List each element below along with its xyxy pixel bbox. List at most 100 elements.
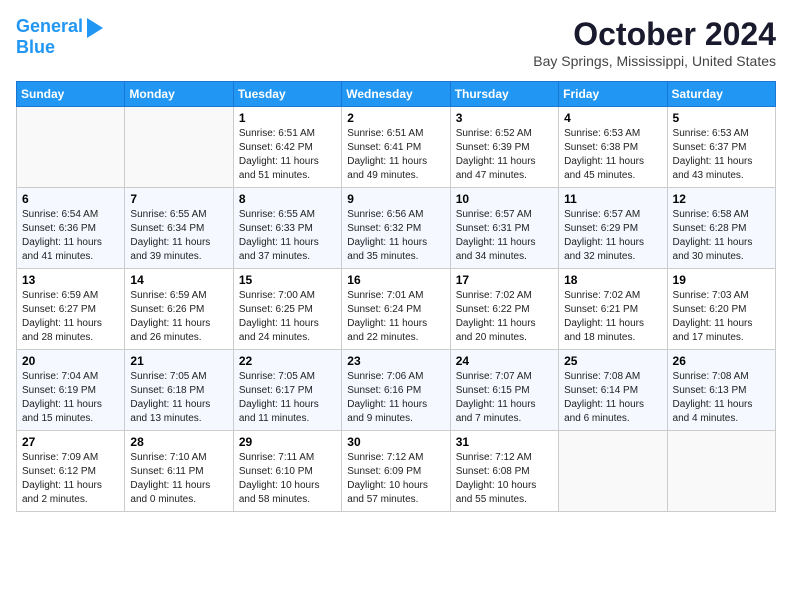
- day-info: Sunrise: 6:59 AM Sunset: 6:27 PM Dayligh…: [22, 289, 119, 345]
- day-info: Sunrise: 6:51 AM Sunset: 6:41 PM Dayligh…: [347, 127, 444, 183]
- calendar-cell: 12Sunrise: 6:58 AM Sunset: 6:28 PM Dayli…: [667, 188, 775, 269]
- day-info: Sunrise: 7:12 AM Sunset: 6:08 PM Dayligh…: [456, 451, 553, 507]
- day-info: Sunrise: 7:01 AM Sunset: 6:24 PM Dayligh…: [347, 289, 444, 345]
- day-number: 14: [130, 273, 227, 287]
- day-number: 1: [239, 111, 336, 125]
- calendar-week-row: 13 Sunrise: 6:59 AM Sunset: 6:27 PM Dayli…: [17, 269, 776, 350]
- day-number: 4: [564, 111, 661, 125]
- calendar-week-row: 6 Sunrise: 6:54 AM Sunset: 6:36 PM Daylig…: [17, 188, 776, 269]
- day-info: Sunrise: 6:57 AM Sunset: 6:29 PM Dayligh…: [564, 208, 661, 264]
- calendar-cell: 11 Sunrise: 6:57 AM Sunset: 6:29 PM Dayli…: [559, 188, 667, 269]
- calendar-cell: 29 Sunrise: 7:11 AM Sunset: 6:10 PM Dayli…: [233, 431, 341, 512]
- calendar-cell: 3 Sunrise: 6:52 AM Sunset: 6:39 PM Daylig…: [450, 107, 558, 188]
- day-number: 9: [347, 192, 444, 206]
- day-info: Sunrise: 7:09 AM Sunset: 6:12 PM Dayligh…: [22, 451, 119, 507]
- day-info: Sunrise: 6:54 AM Sunset: 6:36 PM Dayligh…: [22, 208, 119, 264]
- month-title: October 2024: [533, 16, 776, 53]
- logo-text-line2: Blue: [16, 38, 55, 58]
- day-number: 31: [456, 435, 553, 449]
- weekday-header-sunday: Sunday: [17, 82, 125, 107]
- day-info: Sunrise: 6:58 AM Sunset: 6:28 PM Dayligh…: [673, 208, 770, 264]
- calendar-cell: 2 Sunrise: 6:51 AM Sunset: 6:41 PM Daylig…: [342, 107, 450, 188]
- weekday-header-saturday: Saturday: [667, 82, 775, 107]
- day-info: Sunrise: 6:55 AM Sunset: 6:33 PM Dayligh…: [239, 208, 336, 264]
- calendar-week-row: 20Sunrise: 7:04 AM Sunset: 6:19 PM Dayli…: [17, 350, 776, 431]
- day-info: Sunrise: 7:00 AM Sunset: 6:25 PM Dayligh…: [239, 289, 336, 345]
- day-info: Sunrise: 7:02 AM Sunset: 6:22 PM Dayligh…: [456, 289, 553, 345]
- calendar-cell: 31 Sunrise: 7:12 AM Sunset: 6:08 PM Dayli…: [450, 431, 558, 512]
- page-header: General Blue October 2024 Bay Springs, M…: [16, 16, 776, 69]
- logo-arrow-icon: [87, 18, 103, 38]
- calendar-cell: 16 Sunrise: 7:01 AM Sunset: 6:24 PM Dayli…: [342, 269, 450, 350]
- calendar-cell: 30Sunrise: 7:12 AM Sunset: 6:09 PM Dayli…: [342, 431, 450, 512]
- calendar-cell: 10 Sunrise: 6:57 AM Sunset: 6:31 PM Dayli…: [450, 188, 558, 269]
- day-number: 3: [456, 111, 553, 125]
- day-number: 19: [673, 273, 770, 287]
- day-number: 10: [456, 192, 553, 206]
- day-number: 22: [239, 354, 336, 368]
- calendar-cell: 19 Sunrise: 7:03 AM Sunset: 6:20 PM Dayli…: [667, 269, 775, 350]
- day-number: 21: [130, 354, 227, 368]
- calendar-cell: [125, 107, 233, 188]
- day-info: Sunrise: 7:12 AM Sunset: 6:09 PM Dayligh…: [347, 451, 444, 507]
- calendar-cell: 25 Sunrise: 7:08 AM Sunset: 6:14 PM Dayli…: [559, 350, 667, 431]
- calendar-cell: 27Sunrise: 7:09 AM Sunset: 6:12 PM Dayli…: [17, 431, 125, 512]
- day-info: Sunrise: 7:08 AM Sunset: 6:14 PM Dayligh…: [564, 370, 661, 426]
- day-number: 25: [564, 354, 661, 368]
- calendar-cell: 13 Sunrise: 6:59 AM Sunset: 6:27 PM Dayli…: [17, 269, 125, 350]
- calendar-cell: 5Sunrise: 6:53 AM Sunset: 6:37 PM Daylig…: [667, 107, 775, 188]
- title-block: October 2024 Bay Springs, Mississippi, U…: [533, 16, 776, 69]
- weekday-header-thursday: Thursday: [450, 82, 558, 107]
- day-info: Sunrise: 7:05 AM Sunset: 6:18 PM Dayligh…: [130, 370, 227, 426]
- day-info: Sunrise: 7:08 AM Sunset: 6:13 PM Dayligh…: [673, 370, 770, 426]
- calendar-week-row: 27Sunrise: 7:09 AM Sunset: 6:12 PM Dayli…: [17, 431, 776, 512]
- day-number: 17: [456, 273, 553, 287]
- calendar-cell: 9 Sunrise: 6:56 AM Sunset: 6:32 PM Daylig…: [342, 188, 450, 269]
- weekday-header-tuesday: Tuesday: [233, 82, 341, 107]
- day-info: Sunrise: 7:10 AM Sunset: 6:11 PM Dayligh…: [130, 451, 227, 507]
- calendar-cell: [559, 431, 667, 512]
- weekday-header-monday: Monday: [125, 82, 233, 107]
- day-number: 23: [347, 354, 444, 368]
- day-info: Sunrise: 6:56 AM Sunset: 6:32 PM Dayligh…: [347, 208, 444, 264]
- day-info: Sunrise: 6:52 AM Sunset: 6:39 PM Dayligh…: [456, 127, 553, 183]
- calendar-cell: [667, 431, 775, 512]
- day-number: 16: [347, 273, 444, 287]
- calendar-cell: 4 Sunrise: 6:53 AM Sunset: 6:38 PM Daylig…: [559, 107, 667, 188]
- weekday-header-row: SundayMondayTuesdayWednesdayThursdayFrid…: [17, 82, 776, 107]
- day-number: 18: [564, 273, 661, 287]
- day-number: 8: [239, 192, 336, 206]
- calendar-cell: 23Sunrise: 7:06 AM Sunset: 6:16 PM Dayli…: [342, 350, 450, 431]
- day-number: 7: [130, 192, 227, 206]
- calendar-cell: 7Sunrise: 6:55 AM Sunset: 6:34 PM Daylig…: [125, 188, 233, 269]
- day-info: Sunrise: 6:53 AM Sunset: 6:38 PM Dayligh…: [564, 127, 661, 183]
- day-info: Sunrise: 7:05 AM Sunset: 6:17 PM Dayligh…: [239, 370, 336, 426]
- calendar-cell: 28 Sunrise: 7:10 AM Sunset: 6:11 PM Dayli…: [125, 431, 233, 512]
- day-number: 13: [22, 273, 119, 287]
- day-number: 15: [239, 273, 336, 287]
- weekday-header-wednesday: Wednesday: [342, 82, 450, 107]
- day-number: 11: [564, 192, 661, 206]
- calendar-cell: 8 Sunrise: 6:55 AM Sunset: 6:33 PM Daylig…: [233, 188, 341, 269]
- day-number: 29: [239, 435, 336, 449]
- calendar-cell: 21 Sunrise: 7:05 AM Sunset: 6:18 PM Dayli…: [125, 350, 233, 431]
- calendar-cell: 24 Sunrise: 7:07 AM Sunset: 6:15 PM Dayli…: [450, 350, 558, 431]
- calendar-cell: 1Sunrise: 6:51 AM Sunset: 6:42 PM Daylig…: [233, 107, 341, 188]
- day-number: 5: [673, 111, 770, 125]
- day-info: Sunrise: 7:03 AM Sunset: 6:20 PM Dayligh…: [673, 289, 770, 345]
- calendar-cell: 15 Sunrise: 7:00 AM Sunset: 6:25 PM Dayli…: [233, 269, 341, 350]
- day-info: Sunrise: 6:57 AM Sunset: 6:31 PM Dayligh…: [456, 208, 553, 264]
- location: Bay Springs, Mississippi, United States: [533, 53, 776, 69]
- day-info: Sunrise: 7:07 AM Sunset: 6:15 PM Dayligh…: [456, 370, 553, 426]
- day-number: 28: [130, 435, 227, 449]
- day-info: Sunrise: 7:11 AM Sunset: 6:10 PM Dayligh…: [239, 451, 336, 507]
- calendar-cell: 17 Sunrise: 7:02 AM Sunset: 6:22 PM Dayli…: [450, 269, 558, 350]
- day-number: 24: [456, 354, 553, 368]
- calendar-cell: [17, 107, 125, 188]
- logo-text-line1: General: [16, 17, 83, 37]
- calendar-table: SundayMondayTuesdayWednesdayThursdayFrid…: [16, 81, 776, 512]
- day-number: 2: [347, 111, 444, 125]
- day-info: Sunrise: 7:04 AM Sunset: 6:19 PM Dayligh…: [22, 370, 119, 426]
- day-number: 6: [22, 192, 119, 206]
- day-info: Sunrise: 7:02 AM Sunset: 6:21 PM Dayligh…: [564, 289, 661, 345]
